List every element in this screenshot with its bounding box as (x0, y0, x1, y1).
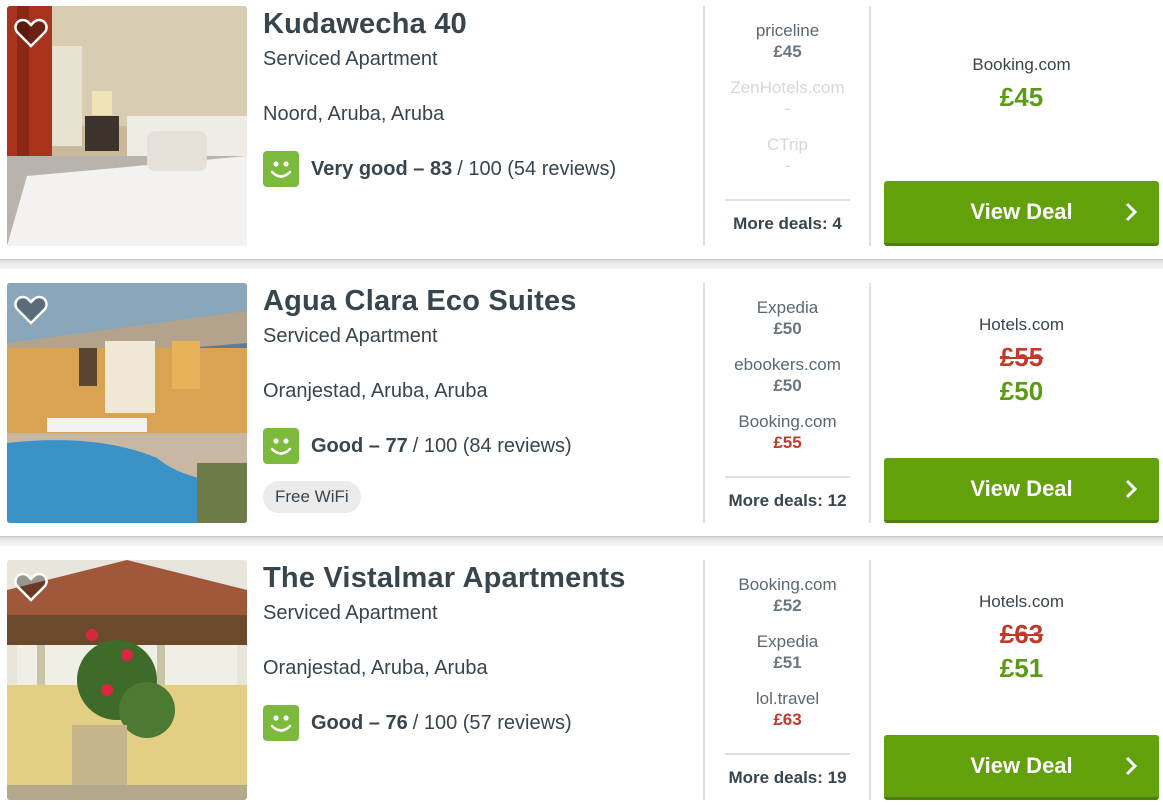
rating-score: 83 (429, 157, 453, 180)
rating[interactable]: Very good – 83 / 100 (54 reviews) (263, 151, 616, 187)
provider-price[interactable]: £63 (710, 709, 865, 731)
card-divider (0, 536, 1163, 546)
amenity-badge: Free WiFi (263, 481, 361, 513)
provider-price[interactable]: £55 (710, 432, 865, 454)
more-deals-link[interactable]: More deals: 12 (710, 491, 865, 511)
provider-name: CTrip (767, 135, 808, 154)
view-deal-button[interactable]: View Deal (884, 181, 1159, 246)
provider-list: Expedia £50 ebookers.com £50 Booking.com… (710, 298, 865, 469)
best-deal: Hotels.com £63 £51 (884, 591, 1159, 685)
hotel-card: Kudawecha 40 Serviced Apartment Noord, A… (0, 6, 1163, 265)
provider-list: priceline £45 ZenHotels.com - CTrip - (710, 21, 865, 192)
hotel-card: The Vistalmar Apartments Serviced Apartm… (0, 560, 1163, 805)
view-deal-label: View Deal (970, 753, 1073, 778)
provider-name[interactable]: Booking.com (710, 575, 865, 595)
column-divider (869, 6, 871, 246)
rating-details: / 100 (54 reviews) (457, 157, 617, 180)
hotel-location[interactable]: Noord, Aruba, Aruba (263, 103, 444, 126)
provider-price[interactable]: £52 (710, 595, 865, 617)
rating-score: 77 (385, 434, 408, 457)
chevron-right-icon (1125, 756, 1138, 776)
provider-price: - (784, 99, 791, 118)
column-divider (869, 560, 871, 800)
provider-name[interactable]: priceline (710, 21, 865, 41)
column-divider (703, 560, 705, 800)
hotel-card: Agua Clara Eco Suites Serviced Apartment… (0, 283, 1163, 542)
provider-price[interactable]: £50 (710, 318, 865, 340)
rating-score: 76 (385, 711, 408, 734)
hotel-name[interactable]: The Vistalmar Apartments (263, 562, 626, 595)
card-divider (0, 259, 1163, 269)
more-deals-link[interactable]: More deals: 19 (710, 768, 865, 788)
provider-price: - (784, 156, 791, 175)
chevron-right-icon (1125, 479, 1138, 499)
provider-price[interactable]: £51 (710, 652, 865, 674)
provider-name: ZenHotels.com (730, 78, 845, 97)
hotel-location[interactable]: Oranjestad, Aruba, Aruba (263, 657, 488, 680)
best-deal-price: £51 (999, 653, 1044, 683)
provider-price[interactable]: £50 (710, 375, 865, 397)
provider-name[interactable]: lol.travel (710, 689, 865, 709)
provider-name[interactable]: Expedia (710, 298, 865, 318)
heart-icon[interactable] (14, 18, 48, 48)
best-deal-site: Hotels.com (978, 315, 1065, 334)
smiley-icon (263, 151, 299, 187)
view-deal-button[interactable]: View Deal (884, 458, 1159, 523)
rating[interactable]: Good – 77 / 100 (84 reviews) (263, 428, 572, 464)
rating-word: Good (311, 434, 364, 457)
heart-icon[interactable] (14, 572, 48, 602)
column-divider (703, 6, 705, 246)
rating-details: / 100 (84 reviews) (412, 434, 572, 457)
original-price: £55 (999, 342, 1044, 372)
property-type: Serviced Apartment (263, 48, 438, 70)
best-deal-price: £45 (999, 82, 1044, 112)
rating-dash: – (407, 157, 430, 180)
rating-dash: – (363, 434, 386, 457)
column-divider (703, 283, 705, 523)
divider (725, 199, 850, 201)
rating-details: / 100 (57 reviews) (412, 711, 572, 734)
best-deal-price: £50 (999, 376, 1044, 406)
rating-word: Good (311, 711, 364, 734)
view-deal-label: View Deal (970, 199, 1073, 224)
heart-icon[interactable] (14, 295, 48, 325)
view-deal-button[interactable]: View Deal (884, 735, 1159, 800)
smiley-icon (263, 428, 299, 464)
more-deals-link[interactable]: More deals: 4 (710, 214, 865, 234)
hotel-location[interactable]: Oranjestad, Aruba, Aruba (263, 380, 488, 403)
provider-name[interactable]: Expedia (710, 632, 865, 652)
chevron-right-icon (1125, 202, 1138, 222)
divider (725, 753, 850, 755)
smiley-icon (263, 705, 299, 741)
best-deal-site: Booking.com (972, 55, 1071, 74)
original-price: £63 (999, 619, 1044, 649)
rating-dash: – (363, 711, 386, 734)
rating-word: Very good (311, 157, 408, 180)
divider (725, 476, 850, 478)
view-deal-label: View Deal (970, 476, 1073, 501)
rating[interactable]: Good – 76 / 100 (57 reviews) (263, 705, 572, 741)
hotel-name[interactable]: Kudawecha 40 (263, 8, 467, 41)
provider-list: Booking.com £52 Expedia £51 lol.travel £… (710, 575, 865, 746)
property-type: Serviced Apartment (263, 325, 438, 347)
best-deal: Booking.com £45 (884, 54, 1159, 114)
hotel-name[interactable]: Agua Clara Eco Suites (263, 285, 577, 318)
provider-name[interactable]: ebookers.com (710, 355, 865, 375)
column-divider (869, 283, 871, 523)
property-type: Serviced Apartment (263, 602, 438, 624)
provider-name[interactable]: Booking.com (710, 412, 865, 432)
provider-price[interactable]: £45 (710, 41, 865, 63)
best-deal: Hotels.com £55 £50 (884, 314, 1159, 408)
best-deal-site: Hotels.com (978, 592, 1065, 611)
